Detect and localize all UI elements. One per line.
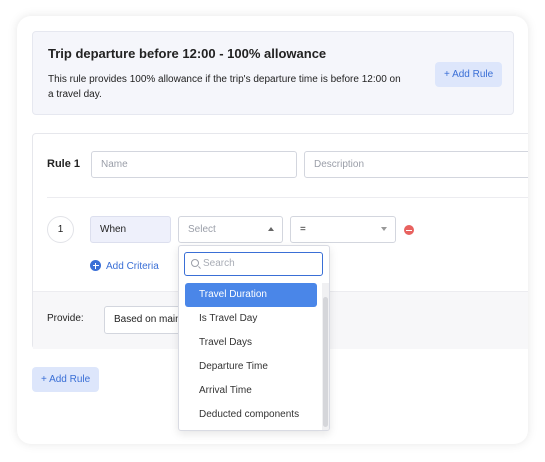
add-rule-button-bottom[interactable]: + Add Rule [32,367,100,392]
rule-summary-panel: Trip departure before 12:00 - 100% allow… [32,31,514,115]
field-select-value: Select [188,224,216,235]
chevron-up-icon [268,227,274,231]
condition-index: 1 [47,216,74,243]
chevron-down-icon [381,227,387,231]
dropdown-option[interactable]: Departure Time [185,355,317,379]
rule-summary-description: This rule provides 100% allowance if the… [48,74,401,100]
when-label: When [90,216,171,243]
provide-label: Provide: [47,313,84,324]
scrollbar-thumb[interactable] [323,297,328,427]
dropdown-option[interactable]: Travel Days [185,331,317,355]
field-dropdown-menu: Search Travel Duration Is Travel Day Tra… [178,245,330,431]
rule-summary-title: Trip departure before 12:00 - 100% allow… [48,46,327,61]
add-criteria-label: Add Criteria [106,261,159,272]
remove-condition-icon[interactable] [404,225,414,235]
plus-circle-icon [90,260,101,271]
dropdown-search-placeholder: Search [203,258,235,269]
rule-name-input[interactable]: Name [91,151,297,178]
dropdown-option[interactable]: Travel Duration [185,283,317,307]
field-select[interactable]: Select [178,216,283,243]
operator-select[interactable]: = [290,216,396,243]
search-icon [191,259,199,267]
add-criteria-link[interactable]: Add Criteria [90,260,159,274]
dropdown-search-input[interactable]: Search [184,252,323,276]
dropdown-scrollbar[interactable] [322,283,329,430]
rules-card: Trip departure before 12:00 - 100% allow… [17,16,528,444]
rule-description-input[interactable]: Description [304,151,528,178]
add-rule-button-top[interactable]: + Add Rule [435,62,503,87]
dropdown-option[interactable]: Is Travel Day [185,307,317,331]
operator-select-value: = [300,224,306,235]
divider [47,197,528,198]
dropdown-options: Travel Duration Is Travel Day Travel Day… [179,283,329,427]
rule-label: Rule 1 [47,158,81,170]
dropdown-option[interactable]: Arrival Time [185,379,317,403]
dropdown-option[interactable]: Deducted components [185,403,317,427]
